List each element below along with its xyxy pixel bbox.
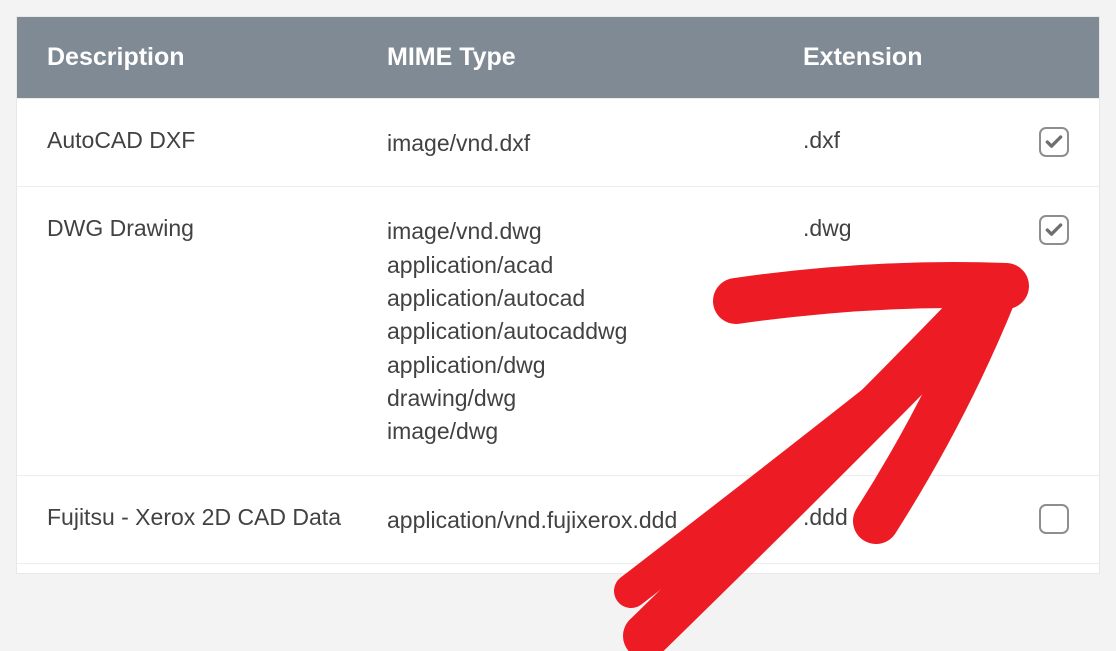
table-header-row: Description MIME Type Extension <box>17 17 1099 98</box>
enable-checkbox[interactable] <box>1039 215 1069 245</box>
mime-value: application/vnd.fujixerox.ddd <box>387 504 791 537</box>
mime-types-table: Description MIME Type Extension AutoCAD … <box>16 16 1100 574</box>
header-extension: Extension <box>803 43 1023 72</box>
mime-value: application/dwg <box>387 349 791 382</box>
table-row: DWG Drawing image/vnd.dwg application/ac… <box>17 186 1099 474</box>
cell-mime: application/vnd.fujixerox.ddd <box>387 504 803 537</box>
enable-checkbox[interactable] <box>1039 504 1069 534</box>
check-icon <box>1044 220 1064 240</box>
cell-description: DWG Drawing <box>47 215 387 242</box>
mime-value: application/acad <box>387 249 791 282</box>
cell-extension: .dxf <box>803 127 1023 154</box>
cell-description: Fujitsu - Xerox 2D CAD Data <box>47 504 387 531</box>
header-mime: MIME Type <box>387 43 803 72</box>
mime-value: image/dwg <box>387 415 791 448</box>
mime-value: application/autocad <box>387 282 791 315</box>
cell-mime: image/vnd.dxf <box>387 127 803 160</box>
cell-extension: .ddd <box>803 504 1023 531</box>
table-bottom-divider <box>17 563 1099 573</box>
mime-value: image/vnd.dxf <box>387 127 791 160</box>
header-description: Description <box>47 43 387 72</box>
table-row: Fujitsu - Xerox 2D CAD Data application/… <box>17 475 1099 563</box>
cell-mime: image/vnd.dwg application/acad applicati… <box>387 215 803 448</box>
mime-value: drawing/dwg <box>387 382 791 415</box>
header-checkbox-spacer <box>1023 43 1069 72</box>
mime-value: image/vnd.dwg <box>387 215 791 248</box>
cell-extension: .dwg <box>803 215 1023 242</box>
cell-description: AutoCAD DXF <box>47 127 387 154</box>
mime-value: application/autocaddwg <box>387 315 791 348</box>
check-icon <box>1044 132 1064 152</box>
enable-checkbox[interactable] <box>1039 127 1069 157</box>
table-row: AutoCAD DXF image/vnd.dxf .dxf <box>17 98 1099 186</box>
